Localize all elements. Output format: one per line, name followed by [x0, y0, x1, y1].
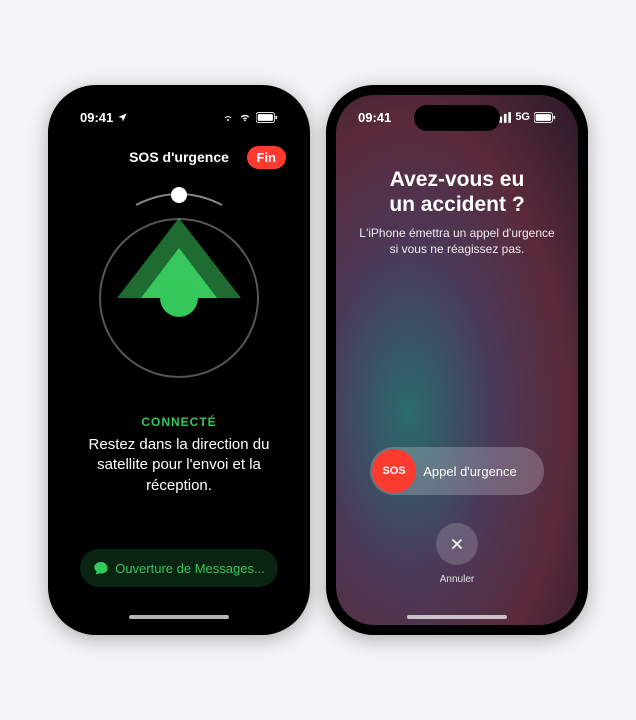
satellite-status-icon — [222, 111, 234, 123]
battery-icon — [534, 112, 556, 123]
home-indicator[interactable] — [407, 615, 507, 619]
status-time: 09:41 — [358, 110, 391, 125]
screen-sos-satellite: 09:41 SOS SOS d'urgence Fin — [58, 95, 300, 625]
cancel-button[interactable] — [436, 523, 478, 565]
nav-title: SOS d'urgence — [129, 149, 229, 165]
wifi-icon — [238, 112, 252, 123]
instruction-text: Restez dans la direction du satellite po… — [78, 435, 280, 496]
phone-left: 09:41 SOS SOS d'urgence Fin — [48, 85, 310, 635]
dynamic-island — [136, 105, 222, 131]
home-indicator[interactable] — [129, 615, 229, 619]
crash-subtext: L'iPhone émettra un appel d'urgence si v… — [358, 225, 556, 257]
location-icon — [117, 112, 128, 123]
satellite-direction-indicator — [84, 195, 274, 385]
sos-slider-knob[interactable]: SOS — [372, 449, 416, 493]
battery-icon — [256, 112, 278, 123]
status-time: 09:41 — [80, 110, 113, 125]
heading-line2: un accident ? — [389, 193, 524, 216]
dynamic-island — [414, 105, 500, 131]
user-location-dot — [160, 279, 198, 317]
heading-line1: Avez-vous eu — [390, 168, 525, 191]
sos-slider[interactable]: SOS Appel d'urgence — [370, 447, 544, 495]
connected-status: CONNECTÉ — [58, 415, 300, 429]
close-icon — [449, 536, 465, 552]
message-icon — [93, 560, 109, 576]
sos-slider-label: Appel d'urgence — [416, 464, 544, 479]
opening-messages-pill[interactable]: Ouverture de Messages... — [80, 549, 278, 587]
phone-right: 09:41 5G Avez-vous eu un accident ? L'iP… — [326, 85, 588, 635]
end-button[interactable]: Fin — [247, 146, 287, 169]
opening-messages-label: Ouverture de Messages... — [115, 561, 265, 576]
screen-crash-detection: 09:41 5G Avez-vous eu un accident ? L'iP… — [336, 95, 578, 625]
network-label: 5G — [515, 111, 530, 123]
cancel-label: Annuler — [336, 574, 578, 585]
crash-heading: Avez-vous eu un accident ? — [356, 167, 558, 217]
nav-bar: SOS d'urgence Fin — [58, 139, 300, 175]
satellite-dot — [171, 187, 187, 203]
